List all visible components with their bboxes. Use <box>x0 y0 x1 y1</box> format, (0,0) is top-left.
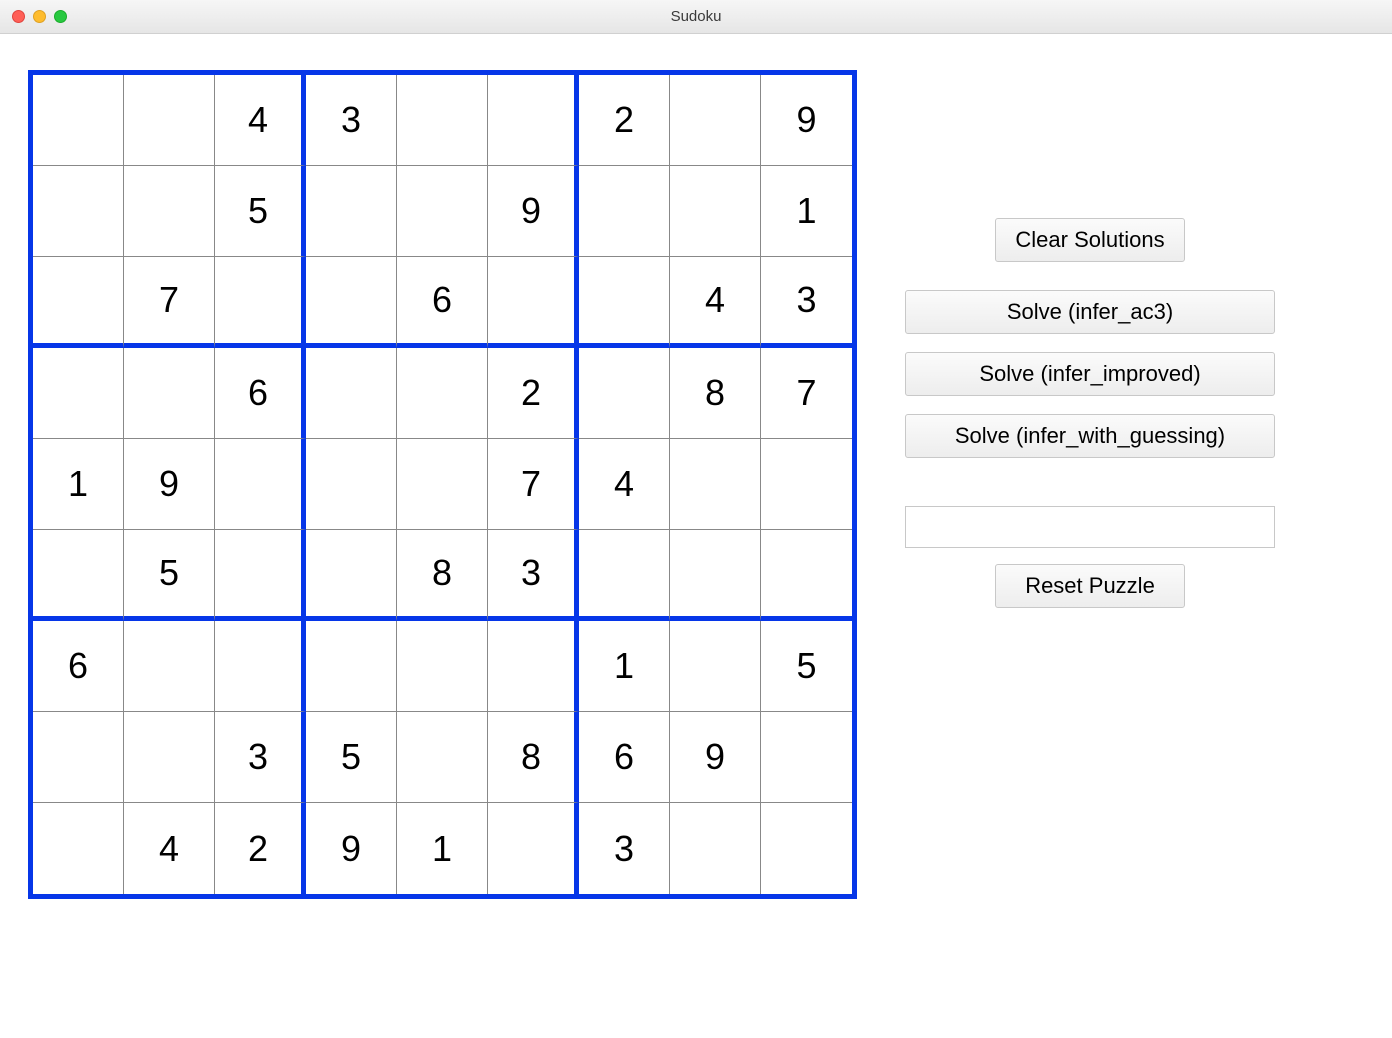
sudoku-cell[interactable]: 5 <box>761 621 852 712</box>
sudoku-cell[interactable] <box>670 621 761 712</box>
sudoku-cell[interactable] <box>33 348 124 439</box>
sudoku-cell[interactable] <box>306 621 397 712</box>
sudoku-cell[interactable]: 7 <box>488 439 579 530</box>
sudoku-cell[interactable]: 6 <box>33 621 124 712</box>
sudoku-cell[interactable]: 8 <box>670 348 761 439</box>
sudoku-cell[interactable] <box>215 257 306 348</box>
sudoku-cell[interactable]: 5 <box>215 166 306 257</box>
sudoku-cell[interactable] <box>579 257 670 348</box>
sudoku-cell[interactable] <box>33 257 124 348</box>
sudoku-cell[interactable] <box>670 803 761 894</box>
sudoku-cell[interactable] <box>33 803 124 894</box>
sudoku-cell[interactable] <box>215 621 306 712</box>
sudoku-cell[interactable] <box>488 803 579 894</box>
solve-improved-button[interactable]: Solve (infer_improved) <box>905 352 1275 396</box>
sudoku-cell[interactable] <box>579 166 670 257</box>
sudoku-cell[interactable] <box>306 530 397 621</box>
titlebar: Sudoku <box>0 0 1392 34</box>
sudoku-cell[interactable]: 4 <box>579 439 670 530</box>
minimize-icon[interactable] <box>33 10 46 23</box>
reset-group: Reset Puzzle <box>905 506 1275 608</box>
puzzle-input[interactable] <box>905 506 1275 548</box>
sudoku-cell[interactable] <box>397 166 488 257</box>
sudoku-cell[interactable]: 6 <box>397 257 488 348</box>
window-title: Sudoku <box>671 8 722 25</box>
sudoku-cell[interactable]: 7 <box>761 348 852 439</box>
sudoku-cell[interactable]: 3 <box>215 712 306 803</box>
sudoku-cell[interactable] <box>488 257 579 348</box>
controls-panel: Clear Solutions Solve (infer_ac3) Solve … <box>905 70 1275 608</box>
sudoku-cell[interactable] <box>33 530 124 621</box>
solve-button-group: Solve (infer_ac3) Solve (infer_improved)… <box>905 290 1275 458</box>
sudoku-cell[interactable] <box>670 75 761 166</box>
close-icon[interactable] <box>12 10 25 23</box>
sudoku-cell[interactable] <box>761 439 852 530</box>
sudoku-cell[interactable]: 4 <box>215 75 306 166</box>
sudoku-cell[interactable]: 3 <box>488 530 579 621</box>
sudoku-cell[interactable] <box>761 530 852 621</box>
sudoku-cell[interactable] <box>124 348 215 439</box>
sudoku-cell[interactable] <box>397 712 488 803</box>
sudoku-cell[interactable] <box>670 166 761 257</box>
sudoku-board: 43295917643628719745836153586942913 <box>28 70 857 899</box>
maximize-icon[interactable] <box>54 10 67 23</box>
sudoku-cell[interactable]: 9 <box>761 75 852 166</box>
sudoku-cell[interactable] <box>124 712 215 803</box>
sudoku-cell[interactable] <box>124 75 215 166</box>
sudoku-cell[interactable] <box>579 530 670 621</box>
sudoku-cell[interactable]: 9 <box>306 803 397 894</box>
sudoku-cell[interactable]: 9 <box>488 166 579 257</box>
sudoku-cell[interactable]: 8 <box>397 530 488 621</box>
solve-guessing-button[interactable]: Solve (infer_with_guessing) <box>905 414 1275 458</box>
sudoku-cell[interactable] <box>124 621 215 712</box>
sudoku-cell[interactable] <box>397 75 488 166</box>
sudoku-cell[interactable]: 6 <box>579 712 670 803</box>
sudoku-cell[interactable] <box>33 166 124 257</box>
sudoku-cell[interactable] <box>306 439 397 530</box>
sudoku-cell[interactable]: 6 <box>215 348 306 439</box>
sudoku-cell[interactable]: 2 <box>215 803 306 894</box>
sudoku-cell[interactable] <box>215 530 306 621</box>
sudoku-cell[interactable]: 9 <box>670 712 761 803</box>
sudoku-cell[interactable]: 1 <box>397 803 488 894</box>
sudoku-cell[interactable]: 2 <box>579 75 670 166</box>
sudoku-cell[interactable] <box>761 803 852 894</box>
sudoku-cell[interactable]: 1 <box>579 621 670 712</box>
clear-solutions-button[interactable]: Clear Solutions <box>995 218 1185 262</box>
sudoku-cell[interactable]: 1 <box>761 166 852 257</box>
sudoku-cell[interactable]: 5 <box>306 712 397 803</box>
sudoku-cell[interactable] <box>215 439 306 530</box>
sudoku-cell[interactable] <box>579 348 670 439</box>
sudoku-cell[interactable]: 9 <box>124 439 215 530</box>
solve-ac3-button[interactable]: Solve (infer_ac3) <box>905 290 1275 334</box>
sudoku-cell[interactable] <box>124 166 215 257</box>
sudoku-cell[interactable] <box>670 530 761 621</box>
sudoku-cell[interactable] <box>397 348 488 439</box>
sudoku-cell[interactable] <box>306 348 397 439</box>
sudoku-cell[interactable]: 8 <box>488 712 579 803</box>
sudoku-cell[interactable] <box>488 75 579 166</box>
sudoku-cell[interactable] <box>33 712 124 803</box>
sudoku-cell[interactable] <box>306 166 397 257</box>
sudoku-cell[interactable] <box>397 439 488 530</box>
sudoku-cell[interactable]: 2 <box>488 348 579 439</box>
sudoku-cell[interactable] <box>397 621 488 712</box>
sudoku-cell[interactable] <box>306 257 397 348</box>
sudoku-cell[interactable] <box>670 439 761 530</box>
sudoku-cell[interactable]: 7 <box>124 257 215 348</box>
sudoku-cell[interactable] <box>488 621 579 712</box>
sudoku-cell[interactable]: 4 <box>124 803 215 894</box>
sudoku-cell[interactable]: 5 <box>124 530 215 621</box>
sudoku-cell[interactable] <box>33 75 124 166</box>
sudoku-cell[interactable]: 3 <box>761 257 852 348</box>
reset-puzzle-button[interactable]: Reset Puzzle <box>995 564 1185 608</box>
sudoku-cell[interactable]: 4 <box>670 257 761 348</box>
window-controls <box>12 10 67 23</box>
sudoku-cell[interactable]: 1 <box>33 439 124 530</box>
sudoku-cell[interactable] <box>761 712 852 803</box>
main-content: 43295917643628719745836153586942913 Clea… <box>0 34 1392 935</box>
sudoku-cell[interactable]: 3 <box>579 803 670 894</box>
sudoku-cell[interactable]: 3 <box>306 75 397 166</box>
